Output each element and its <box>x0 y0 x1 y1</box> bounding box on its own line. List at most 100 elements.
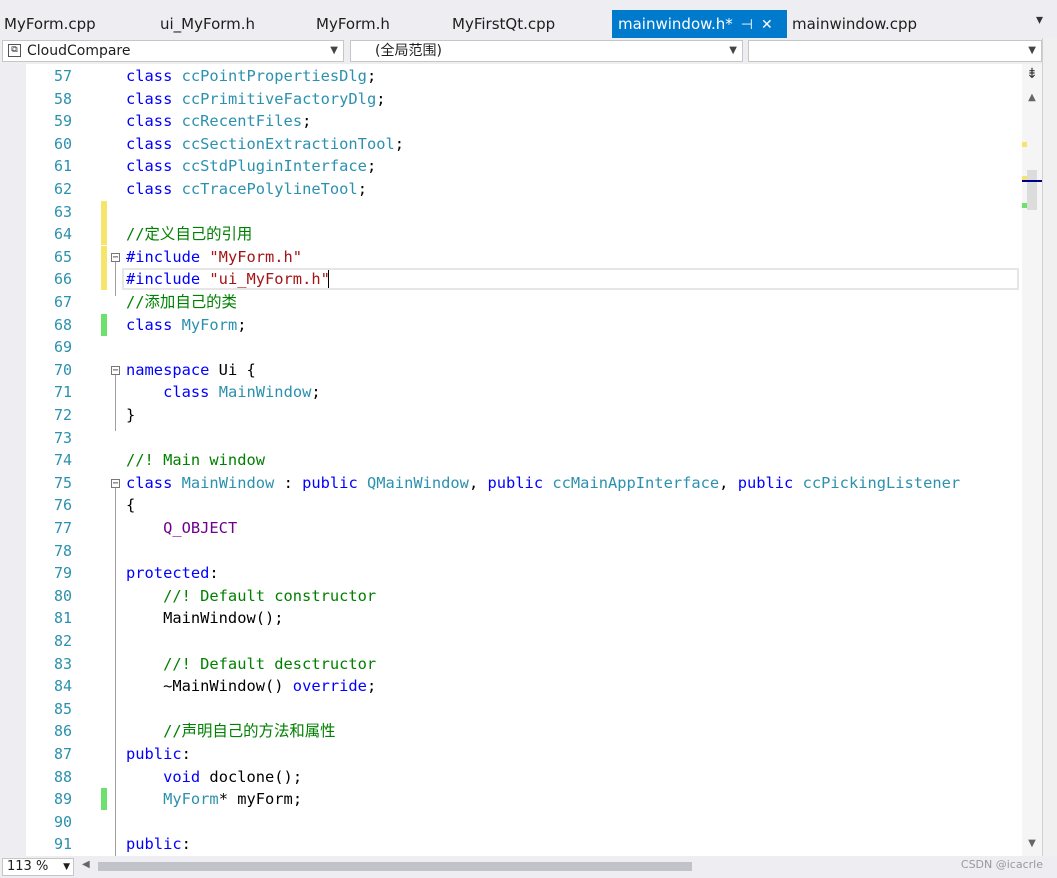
tab-myform-cpp[interactable]: MyForm.cpp <box>4 10 96 38</box>
code-line[interactable]: class MyForm; <box>126 314 247 336</box>
scroll-position-marker <box>1022 180 1042 182</box>
change-marker <box>101 200 107 223</box>
code-line[interactable]: class ccStdPluginInterface; <box>126 155 376 177</box>
code-line[interactable]: //声明自己的方法和属性 <box>126 720 335 742</box>
collapse-icon[interactable]: − <box>111 478 120 488</box>
code-line[interactable]: MainWindow(); <box>126 607 283 629</box>
line-number: 84 <box>53 677 72 696</box>
right-panel-edge <box>1042 38 1057 878</box>
code-line[interactable]: void doclone(); <box>126 766 302 788</box>
tab-ui-myform-h[interactable]: ui_MyForm.h <box>160 10 255 38</box>
scroll-down-icon[interactable]: ▼ <box>1025 838 1039 849</box>
project-name: CloudCompare <box>27 43 131 59</box>
line-number: 65 <box>53 247 72 266</box>
indicator-margin <box>0 64 26 856</box>
tab-mainwindow-cpp[interactable]: mainwindow.cpp <box>792 10 917 38</box>
chevron-down-icon: ▼ <box>330 45 338 56</box>
split-window-icon[interactable]: ⇟ <box>1022 66 1042 86</box>
line-number: 89 <box>53 790 72 809</box>
fold-guide <box>115 374 116 432</box>
horizontal-scrollbar-thumb[interactable] <box>98 862 692 871</box>
tab-label: mainwindow.h* <box>618 15 733 33</box>
code-line[interactable]: #include "MyForm.h" <box>126 246 302 268</box>
document-tab-bar: MyForm.cpp ui_MyForm.h MyForm.h MyFirstQ… <box>0 0 1057 38</box>
close-icon[interactable]: ✕ <box>761 11 773 39</box>
line-number: 83 <box>53 654 72 673</box>
line-number: 85 <box>53 699 72 718</box>
code-line[interactable]: class ccSectionExtractionTool; <box>126 133 404 155</box>
line-number: 67 <box>53 293 72 311</box>
code-line[interactable]: //添加自己的类 <box>126 291 237 313</box>
tab-myfirstqt-cpp[interactable]: MyFirstQt.cpp <box>452 10 555 38</box>
code-line[interactable]: protected: <box>126 562 219 584</box>
tab-list-dropdown-icon[interactable]: ▾ <box>1036 12 1043 28</box>
change-marker <box>101 313 107 336</box>
code-line[interactable]: { <box>126 494 135 516</box>
code-editor[interactable]: 57 class ccPointPropertiesDlg; 58 class ccP… <box>0 64 1022 856</box>
project-icon: ⧉ <box>8 44 21 57</box>
line-number: 86 <box>53 722 72 741</box>
code-line[interactable]: MyForm* myForm; <box>126 788 302 810</box>
line-number: 72 <box>53 406 72 424</box>
line-number: 63 <box>53 202 72 221</box>
line-number: 87 <box>53 745 72 763</box>
scroll-up-icon[interactable]: ▲ <box>1025 92 1039 103</box>
change-marker <box>101 223 107 246</box>
code-line[interactable]: public: <box>126 833 191 855</box>
code-line[interactable]: ~MainWindow() override; <box>126 675 376 697</box>
line-number: 59 <box>53 112 72 131</box>
pin-icon[interactable]: ⊣ <box>741 11 753 39</box>
line-number: 62 <box>53 180 72 198</box>
code-line[interactable]: class ccPrimitiveFactoryDlg; <box>126 88 386 110</box>
line-number: 66 <box>53 270 72 289</box>
code-line[interactable]: Q_OBJECT <box>126 517 237 539</box>
fold-guide <box>115 261 116 296</box>
line-number: 61 <box>53 157 72 176</box>
editor-status-bar: 113 % ▼ ◀ CSDN @icacrle <box>0 856 1057 878</box>
code-line[interactable]: class ccPointPropertiesDlg; <box>126 65 376 87</box>
line-number: 78 <box>53 541 72 560</box>
code-line[interactable]: //! Default constructor <box>126 585 376 607</box>
line-number: 68 <box>53 315 72 334</box>
scroll-left-icon[interactable]: ◀ <box>82 859 90 870</box>
tab-label: MyFirstQt.cpp <box>452 15 556 33</box>
code-line[interactable]: #include "ui_MyForm.h" <box>126 268 330 290</box>
code-line[interactable]: public: <box>126 743 191 765</box>
code-line[interactable]: namespace Ui { <box>126 359 256 381</box>
line-number: 76 <box>53 496 72 515</box>
zoom-dropdown[interactable]: 113 % ▼ <box>2 858 74 876</box>
code-line[interactable]: class MainWindow; <box>126 381 321 403</box>
line-number: 58 <box>53 89 72 108</box>
code-line[interactable]: } <box>126 404 135 426</box>
code-line[interactable]: class MainWindow : public QMainWindow, p… <box>126 472 960 494</box>
line-number: 75 <box>53 473 72 492</box>
scroll-change-marker <box>1022 142 1027 147</box>
line-number: 57 <box>53 67 72 85</box>
code-line[interactable]: //! Main window <box>126 449 265 471</box>
collapse-icon[interactable]: − <box>111 365 120 375</box>
code-line[interactable]: //定义自己的引用 <box>126 223 252 245</box>
line-number: 60 <box>53 134 72 153</box>
line-number: 69 <box>53 338 72 357</box>
line-number: 70 <box>53 360 72 379</box>
tab-mainwindow-h[interactable]: mainwindow.h* ⊣ ✕ <box>612 10 787 38</box>
line-number: 64 <box>53 225 72 244</box>
scope-dropdown[interactable]: (全局范围) ▼ <box>350 40 743 62</box>
line-number: 73 <box>53 428 72 447</box>
code-line[interactable]: class ccRecentFiles; <box>126 110 311 132</box>
collapse-icon[interactable]: − <box>111 252 120 262</box>
line-number: 81 <box>53 609 72 628</box>
member-dropdown[interactable]: ▼ <box>748 40 1042 62</box>
code-line[interactable]: //! Default desctructor <box>126 653 376 675</box>
scrollbar-thumb[interactable] <box>1027 170 1037 210</box>
change-marker <box>101 788 107 811</box>
fold-guide <box>115 487 116 856</box>
code-line[interactable]: class ccTracePolylineTool; <box>126 178 367 200</box>
line-number: 74 <box>53 451 72 470</box>
zoom-level: 113 % <box>7 859 49 874</box>
line-number: 79 <box>53 564 72 583</box>
project-dropdown[interactable]: ⧉ CloudCompare ▼ <box>2 40 344 62</box>
line-number: 80 <box>53 586 72 605</box>
chevron-down-icon: ▼ <box>63 862 70 872</box>
tab-myform-h[interactable]: MyForm.h <box>316 10 390 38</box>
